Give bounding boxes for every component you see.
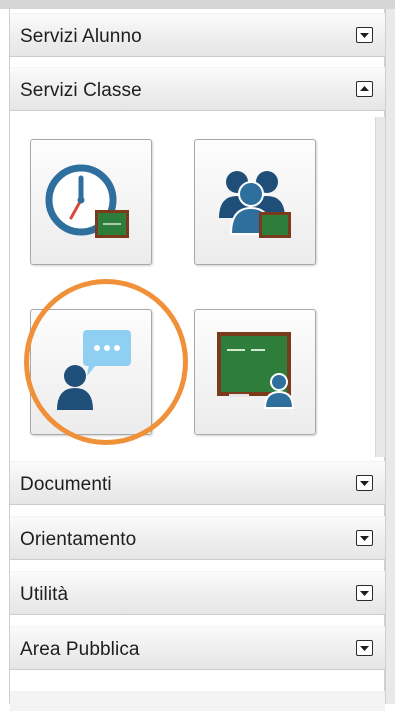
tile-blackboard-teacher[interactable] <box>194 309 316 435</box>
tile-user-chat[interactable] <box>30 309 152 435</box>
top-strip <box>0 0 395 9</box>
section-label: Area Pubblica <box>20 639 140 660</box>
section-label: Utilità <box>20 584 69 605</box>
chevron-down-icon[interactable] <box>356 640 373 656</box>
user-chat-bubble-icon <box>57 330 131 410</box>
tile-clock-blackboard[interactable] <box>30 139 152 265</box>
chevron-down-icon[interactable] <box>356 530 373 546</box>
chevron-down-icon[interactable] <box>356 585 373 601</box>
chevron-up-icon[interactable] <box>356 81 373 97</box>
blackboard-teacher-icon <box>217 332 295 409</box>
section-label: Documenti <box>20 474 112 495</box>
servizi-classe-content <box>10 117 385 457</box>
tile-group-blackboard[interactable] <box>194 139 316 265</box>
section-header-area-pubblica[interactable]: Area Pubblica <box>10 626 385 670</box>
group-blackboard-icon <box>219 171 291 238</box>
section-header-servizi-classe[interactable]: Servizi Classe <box>10 67 385 111</box>
section-label: Servizi Classe <box>20 80 142 101</box>
section-header-utilita[interactable]: Utilità <box>10 571 385 615</box>
clock-blackboard-icon <box>45 164 129 238</box>
chevron-down-icon[interactable] <box>356 27 373 43</box>
scrollbar-track[interactable] <box>375 117 385 457</box>
chevron-down-icon[interactable] <box>356 475 373 491</box>
section-header-documenti[interactable]: Documenti <box>10 461 385 505</box>
section-label: Servizi Alunno <box>20 26 142 47</box>
sidebar-menu-panel: Servizi Alunno Servizi Classe Documenti … <box>9 9 386 711</box>
window-gutter <box>386 9 395 704</box>
panel-footer <box>10 691 385 711</box>
section-header-servizi-alunno[interactable]: Servizi Alunno <box>10 13 385 57</box>
section-label: Orientamento <box>20 529 137 550</box>
section-header-orientamento[interactable]: Orientamento <box>10 516 385 560</box>
